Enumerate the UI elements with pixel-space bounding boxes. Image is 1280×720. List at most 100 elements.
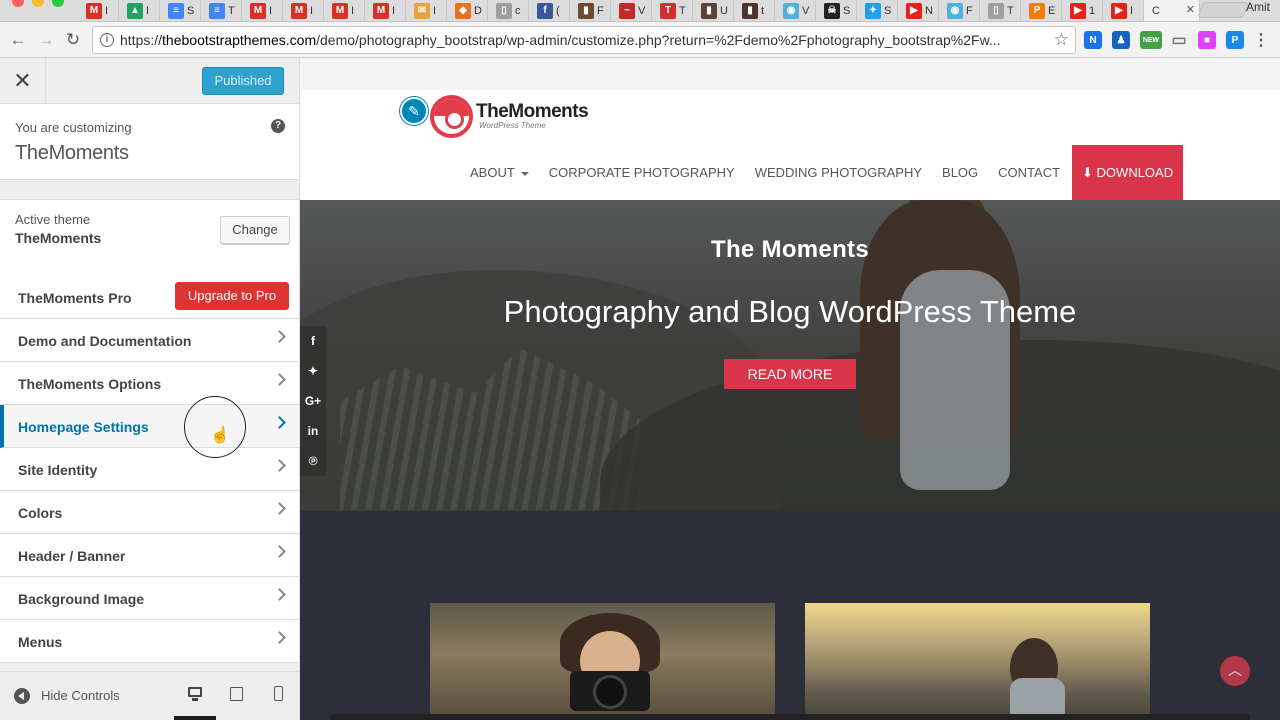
linkedin-icon[interactable]: in [300,416,326,446]
desktop-preview-icon[interactable] [187,686,203,702]
browser-tab[interactable]: f( [529,0,570,21]
new-tab-button[interactable] [1197,2,1249,18]
reload-icon[interactable]: ↻ [63,30,83,50]
nav-blog[interactable]: BLOG [932,145,988,200]
help-icon[interactable]: ? [271,119,285,133]
browser-tab[interactable]: ▯ c [488,0,529,21]
tab-title: U [720,5,728,17]
browser-tab[interactable]: ✦ S [857,0,898,21]
panel-header-banner[interactable]: Header / Banner [0,534,299,577]
browser-tab[interactable]: ≡ S [160,0,201,21]
change-theme-button[interactable]: Change [220,216,290,244]
window-zoom-dot[interactable] [52,0,64,7]
panel-background-image[interactable]: Background Image [0,577,299,620]
nav-about[interactable]: ABOUT [460,145,539,200]
panel-colors[interactable]: Colors [0,491,299,534]
close-icon[interactable]: ✕ [1186,3,1195,16]
person-icon: ▮ [742,3,758,19]
panel-site-identity[interactable]: Site Identity [0,448,299,491]
close-icon[interactable]: ✕ [0,58,46,104]
facebook-icon[interactable]: f [300,326,326,356]
browser-tab[interactable]: ◉ F [939,0,980,21]
info-icon[interactable]: i [100,33,114,47]
panel-label: Colors [18,505,63,521]
browser-tab[interactable]: ▮ F [570,0,611,21]
browser-tab[interactable]: MI [365,0,406,21]
download-icon: ⬇ [1082,165,1097,180]
tab-title: T [679,5,686,17]
browser-tab[interactable]: ▮ t [734,0,775,21]
robot-icon: ◉ [947,3,963,19]
extension-n-icon[interactable]: N [1084,31,1102,49]
scroll-to-top-icon[interactable]: ︿ [1220,656,1250,686]
browser-tab[interactable]: TT [652,0,693,21]
menu-dots-icon[interactable]: ⋮ [1252,31,1270,49]
browser-tab[interactable]: ▲ I [119,0,160,21]
browser-tab[interactable]: MI [283,0,324,21]
collapse-icon[interactable] [14,688,30,704]
twitter-icon[interactable]: ✦ [300,356,326,386]
browser-tab[interactable]: ◆ D [447,0,488,21]
profile-name[interactable]: Amit [1246,0,1270,14]
browser-tab[interactable]: ✉ I [406,0,447,21]
tablet-preview-icon[interactable] [229,686,245,702]
window-minimize-dot[interactable] [32,0,44,7]
browser-tab[interactable]: ≡ T [201,0,242,21]
logo-subtitle: WordPress Theme [479,121,546,130]
browser-tab[interactable]: ☠ S [816,0,857,21]
logo-title[interactable]: TheMoments [476,101,589,123]
browser-tab[interactable]: ▮ U [693,0,734,21]
address-bar[interactable]: i https://thebootstrapthemes.com/demo/ph… [92,26,1076,54]
tab-title: F [597,5,604,17]
browser-tab[interactable]: MI [324,0,365,21]
browser-tab[interactable]: ▶ 1 [1062,0,1103,21]
browser-tab[interactable]: ◉ V [775,0,816,21]
browser-tab-active[interactable]: C ✕ [1144,0,1200,21]
hide-controls-button[interactable]: Hide Controls [41,688,120,703]
panel-menus[interactable]: Menus [0,620,299,663]
google-plus-icon[interactable]: G+ [300,386,326,416]
tab-title: I [392,5,396,17]
read-more-button[interactable]: READ MORE [724,359,856,389]
browser-tab[interactable]: ~ V [611,0,652,21]
hero-banner: The Moments Photography and Blog WordPre… [300,200,1280,511]
panel-themoments-options[interactable]: TheMoments Options [0,362,299,405]
upgrade-to-pro-button[interactable]: Upgrade to Pro [175,282,289,310]
back-arrow-icon[interactable]: ← [8,30,28,50]
horizontal-scrollbar[interactable] [330,714,1250,720]
bookmark-star-icon[interactable]: ☆ [1054,30,1069,50]
extension-p-icon[interactable]: P [1226,31,1244,49]
featured-section: ︿ [300,511,1280,720]
window-close-dot[interactable] [12,0,24,7]
featured-photo-camera[interactable] [430,603,775,720]
tab-title: 1 [1089,5,1096,17]
customizer-footer: Hide Controls [0,671,299,720]
browser-tab[interactable]: MI [78,0,119,21]
pinterest-icon[interactable]: ℗ [300,446,326,476]
download-button[interactable]: ⬇ DOWNLOAD [1072,145,1184,200]
extension-new-icon[interactable]: NEW [1140,31,1162,49]
cast-icon[interactable]: ▭ [1170,31,1188,49]
browser-tab[interactable]: ▯ T [980,0,1021,21]
published-button[interactable]: Published [202,67,284,95]
panel-homepage-settings[interactable]: Homepage Settings [0,405,299,448]
mobile-preview-icon[interactable] [271,686,287,702]
hero-subtitle: Photography and Blog WordPress Theme [503,294,1077,329]
panel-demo-documentation[interactable]: Demo and Documentation [0,319,299,362]
edit-pencil-icon[interactable]: ✎ [400,97,428,125]
featured-photo-hiker[interactable] [805,603,1150,720]
logo-icon[interactable] [430,95,473,138]
browser-tab[interactable]: ▶ I [1103,0,1144,21]
extension-gradient-icon[interactable]: ■ [1198,31,1216,49]
url-text[interactable]: https://thebootstrapthemes.com/demo/phot… [120,32,1040,48]
forward-arrow-icon[interactable]: → [36,30,56,50]
nav-wedding-photography[interactable]: WEDDING PHOTOGRAPHY [745,145,932,200]
nav-contact[interactable]: CONTACT [988,145,1070,200]
browser-tab[interactable]: MI [242,0,283,21]
extension-person-icon[interactable]: ♟ [1112,31,1130,49]
nav-corporate-photography[interactable]: CORPORATE PHOTOGRAPHY [539,145,745,200]
skull-icon: ☠ [824,3,840,19]
browser-tab[interactable]: ▶ N [898,0,939,21]
p-icon: P [1029,3,1045,19]
browser-tab[interactable]: PE [1021,0,1062,21]
